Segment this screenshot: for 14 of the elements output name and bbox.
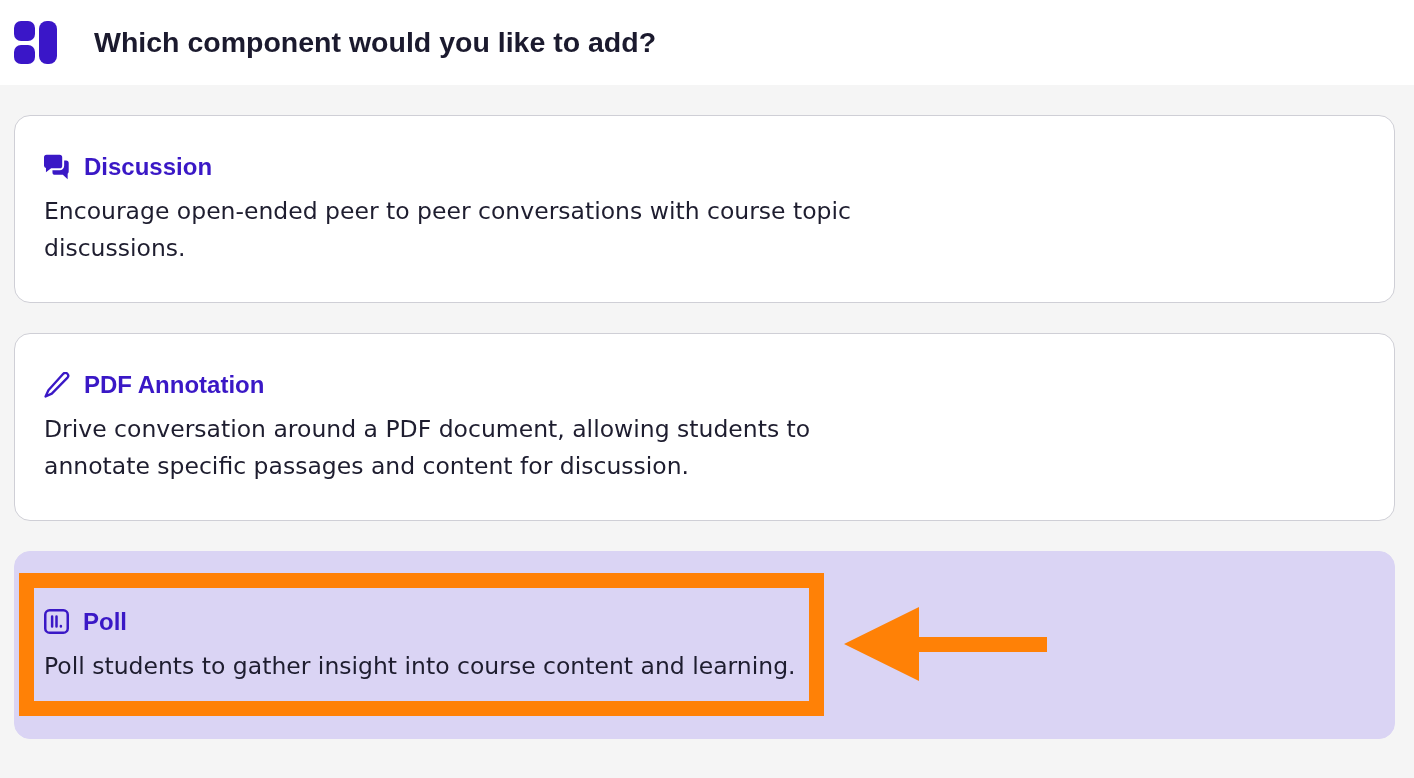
component-title: Discussion xyxy=(84,153,213,181)
component-card[interactable]: Discussion Encourage open-ended peer to peer conversations with course topic discussions. xyxy=(14,115,1395,303)
component-description: Drive conversation around a PDF document, allowing students to annotate specific passages and content for discussion. xyxy=(44,414,812,482)
logo-icon xyxy=(14,21,57,64)
component-description: Poll students to gather insight into course content and learning. xyxy=(44,650,796,682)
component-title: Poll xyxy=(83,607,127,636)
speech-bubbles-icon xyxy=(44,154,70,180)
page-title: Which component would you like to add? xyxy=(94,26,657,59)
component-card[interactable]: PDF Annotation Drive conversation around a PDF document, allowing students to annotate specific passages and content for discussion. xyxy=(14,333,1395,521)
component-title: PDF Annotation xyxy=(84,371,265,399)
pencil-icon xyxy=(44,372,70,398)
bar-chart-icon xyxy=(44,609,69,634)
component-description: Encourage open-ended peer to peer conversations with course topic discussions. xyxy=(44,196,852,264)
component-card[interactable]: Poll Poll students to gather insight into course content and learning. xyxy=(14,551,1395,739)
